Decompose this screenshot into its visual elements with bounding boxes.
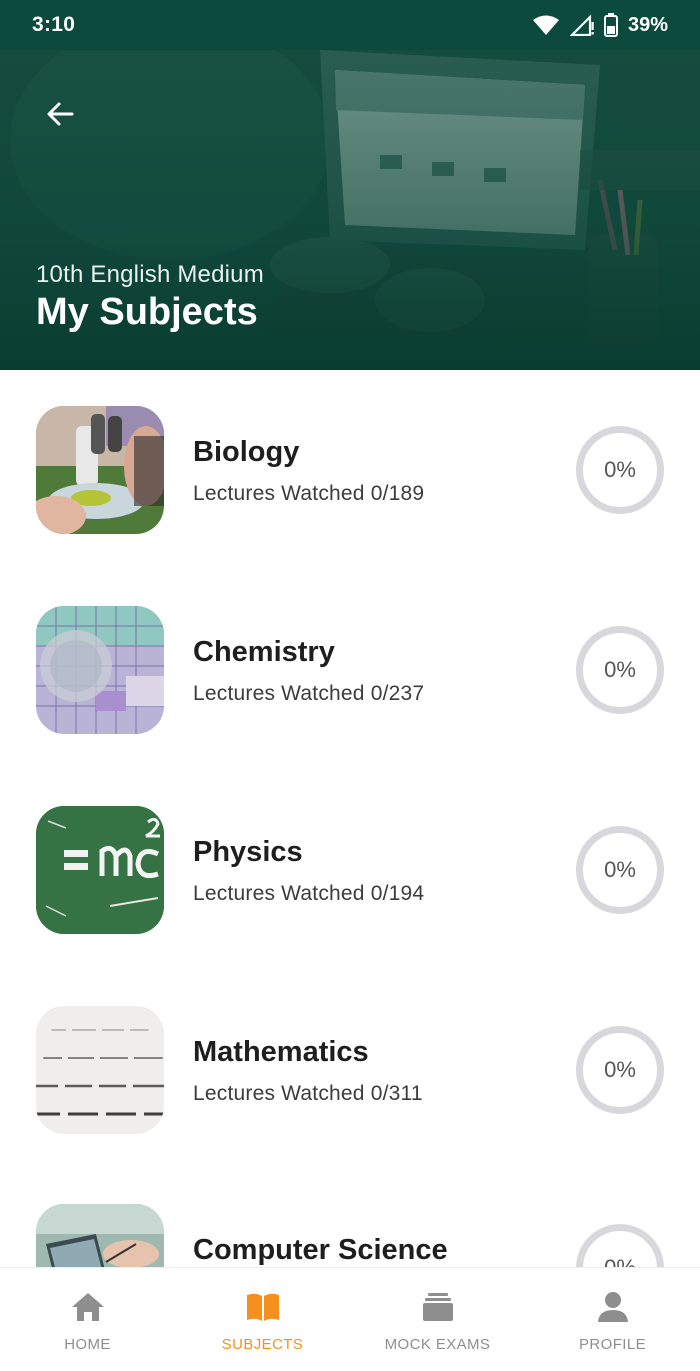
progress-percent: 0% [604, 1255, 636, 1267]
page-title: My Subjects [36, 291, 258, 333]
battery-icon [603, 13, 618, 37]
nav-label: SUBJECTS [221, 1336, 304, 1353]
home-icon [69, 1290, 107, 1324]
back-button[interactable] [34, 88, 86, 140]
biology-thumbnail [36, 406, 164, 534]
computer-science-thumbnail [36, 1204, 164, 1267]
progress-percent: 0% [604, 657, 636, 682]
class-subtitle: 10th English Medium [36, 261, 264, 288]
progress-ring: 0% [576, 626, 664, 714]
progress-ring: 0% [576, 1026, 664, 1114]
progress-percent: 0% [604, 857, 636, 882]
subject-item-chemistry[interactable]: Chemistry Lectures Watched 0/237 0% [0, 570, 700, 770]
cell-signal-icon [569, 14, 594, 36]
nav-label: HOME [64, 1336, 111, 1353]
physics-thumbnail [36, 806, 164, 934]
progress-percent: 0% [604, 1057, 636, 1082]
nav-profile[interactable]: PROFILE [525, 1268, 700, 1371]
book-icon [244, 1290, 282, 1324]
progress-ring: 0% [576, 1224, 664, 1267]
subject-name: Computer Science [193, 1234, 448, 1266]
lectures-watched: Lectures Watched 0/311 [193, 1082, 423, 1105]
nav-label: MOCK EXAMS [384, 1336, 491, 1353]
nav-subjects[interactable]: SUBJECTS [175, 1268, 350, 1371]
subject-list: Biology Lectures Watched 0/189 0% Chemis… [0, 370, 700, 1267]
status-bar: 3:10 39% [0, 0, 700, 50]
progress-ring: 0% [576, 426, 664, 514]
subject-name: Mathematics [193, 1036, 369, 1068]
lectures-watched: Lectures Watched 0/194 [193, 882, 425, 905]
subject-item-biology[interactable]: Biology Lectures Watched 0/189 0% [0, 370, 700, 570]
stack-icon [419, 1290, 457, 1324]
status-icons: 39% [532, 13, 668, 37]
nav-label: PROFILE [579, 1336, 646, 1353]
bottom-navigation: HOME SUBJECTS MOCK EXAMS PROFILE [0, 1267, 700, 1371]
wifi-icon [532, 15, 559, 35]
subject-name: Chemistry [193, 636, 335, 668]
lectures-watched: Lectures Watched 0/189 [193, 482, 425, 505]
subject-name: Physics [193, 836, 303, 868]
subject-name: Biology [193, 436, 300, 468]
lectures-watched: Lectures Watched 0/237 [193, 682, 425, 705]
progress-percent: 0% [604, 457, 636, 482]
subject-item-mathematics[interactable]: Mathematics Lectures Watched 0/311 0% [0, 970, 700, 1170]
status-time: 3:10 [32, 13, 76, 36]
arrow-back-icon [47, 102, 74, 126]
mathematics-thumbnail [36, 1006, 164, 1134]
nav-mock-exams[interactable]: MOCK EXAMS [350, 1268, 525, 1371]
battery-percent: 39% [627, 13, 668, 36]
nav-home[interactable]: HOME [0, 1268, 175, 1371]
progress-ring: 0% [576, 826, 664, 914]
person-icon [594, 1290, 632, 1324]
subject-item-computer-science[interactable]: Computer Science 0% [0, 1170, 700, 1267]
header-banner: 10th English Medium My Subjects [0, 50, 700, 370]
subject-item-physics[interactable]: Physics Lectures Watched 0/194 0% [0, 770, 700, 970]
chemistry-thumbnail [36, 606, 164, 734]
